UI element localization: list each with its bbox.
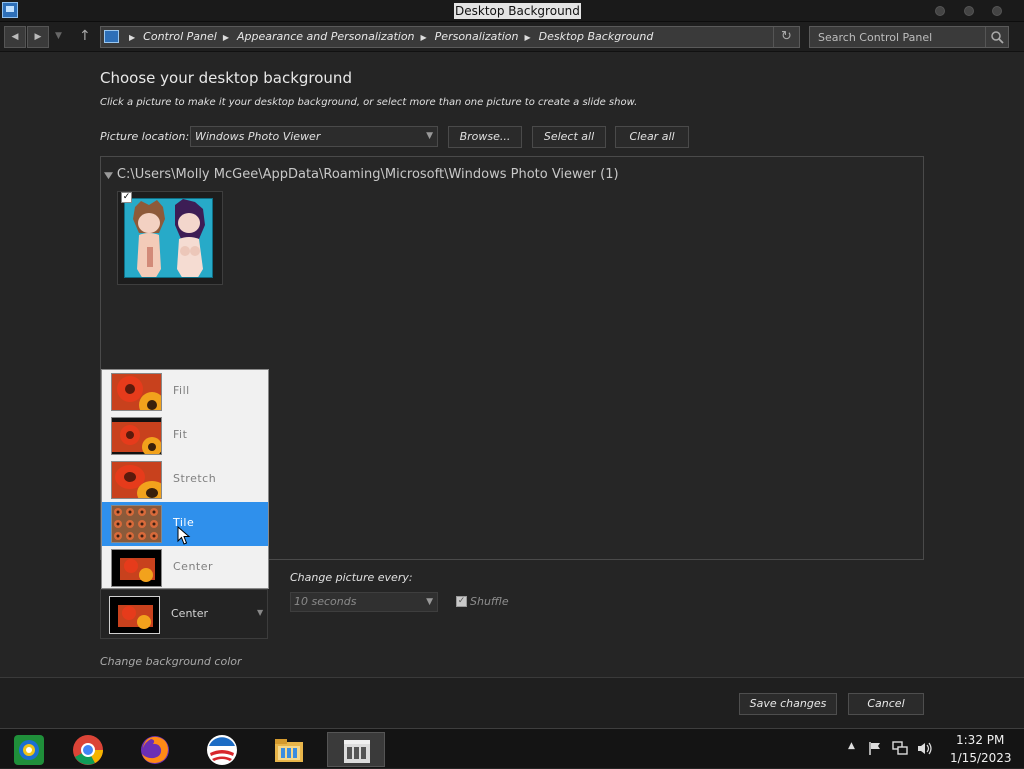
flower-thumbnail <box>111 417 162 455</box>
position-option-tile[interactable]: Tile <box>102 502 268 546</box>
clear-all-button[interactable]: Clear all <box>615 126 689 148</box>
chrome-icon[interactable] <box>59 732 117 767</box>
minimize-button[interactable] <box>935 6 945 16</box>
search-input[interactable] <box>810 27 984 47</box>
forward-button[interactable]: ▶ <box>27 26 49 48</box>
control-panel-icon[interactable] <box>2 2 18 18</box>
thumbnail-checkbox[interactable]: ✓ <box>121 192 132 203</box>
picture-thumbnail[interactable]: ✓ <box>117 191 223 285</box>
back-button[interactable]: ◀ <box>4 26 26 48</box>
position-option-fill[interactable]: Fill <box>102 370 268 414</box>
picture-location-value: Windows Photo Viewer <box>195 130 321 143</box>
cartoon-characters-image <box>124 198 213 278</box>
flower-thumbnail <box>111 373 162 411</box>
breadcrumb-separator-icon[interactable]: ▶ <box>524 28 530 48</box>
flower-thumbnail <box>109 596 160 634</box>
network-icon[interactable] <box>892 741 908 756</box>
flag-icon[interactable] <box>868 741 882 756</box>
title-bar: Desktop Background <box>0 0 1024 22</box>
firefox-icon[interactable] <box>126 732 184 767</box>
address-bar[interactable]: ▶ Control Panel ▶ Appearance and Personaliz… <box>100 26 800 48</box>
page-description: Click a picture to make it your desktop … <box>100 97 638 108</box>
recent-pages-chevron-icon[interactable]: ▼ <box>55 25 62 47</box>
position-option-label: Stretch <box>173 472 217 485</box>
maximize-button[interactable] <box>964 6 974 16</box>
breadcrumb-separator-icon[interactable]: ▶ <box>129 28 135 48</box>
clock-time[interactable]: 1:32 PM <box>956 733 1004 747</box>
campaign-logo-icon[interactable] <box>193 732 251 767</box>
position-option-center[interactable]: Center <box>102 546 268 590</box>
flower-thumbnail <box>111 549 162 587</box>
control-panel-icon <box>104 30 119 43</box>
footer-bar: Save changes Cancel <box>0 677 1024 729</box>
flower-thumbnail <box>111 461 162 499</box>
page-title: Choose your desktop background <box>100 69 352 87</box>
folder-group-header[interactable]: ▼ C:\Users\Molly McGee\AppData\Roaming\Mi… <box>103 167 619 182</box>
clock-date[interactable]: 1/15/2023 <box>950 751 1012 765</box>
save-changes-button[interactable]: Save changes <box>739 693 837 715</box>
position-option-label: Center <box>173 560 214 573</box>
change-interval-value: 10 seconds <box>294 595 357 608</box>
breadcrumb-appearance[interactable]: Appearance and Personalization <box>237 27 415 47</box>
breadcrumb-separator-icon[interactable]: ▶ <box>223 28 229 48</box>
windows-media-center-icon[interactable] <box>0 732 58 767</box>
tiled-flower-thumbnail <box>111 505 162 543</box>
search-icon[interactable] <box>985 27 1008 47</box>
picture-position-select[interactable]: Center ▼ <box>100 589 268 639</box>
change-picture-label: Change picture every: <box>290 571 413 584</box>
refresh-icon[interactable]: ↻ <box>773 27 799 47</box>
breadcrumb-desktop-background[interactable]: Desktop Background <box>539 27 654 47</box>
change-interval-select[interactable]: 10 seconds ▼ <box>290 592 438 612</box>
position-option-fit[interactable]: Fit <box>102 414 268 458</box>
navigation-bar: ◀ ▶ ▼ ↑ ▶ Control Panel ▶ Appearance and Pe… <box>0 22 1024 52</box>
breadcrumb-separator-icon[interactable]: ▶ <box>421 28 427 48</box>
breadcrumb-control-panel[interactable]: Control Panel <box>143 27 217 47</box>
chevron-down-icon: ▼ <box>257 608 264 617</box>
mouse-cursor-icon <box>177 526 191 545</box>
cancel-button[interactable]: Cancel <box>848 693 924 715</box>
window-title: Desktop Background <box>454 3 581 19</box>
position-option-label: Fit <box>173 428 188 441</box>
chevron-down-icon: ▼ <box>426 597 433 607</box>
picture-position-value: Center <box>171 607 209 620</box>
search-box <box>809 26 1009 48</box>
breadcrumb: ▶ Control Panel ▶ Appearance and Personaliz… <box>123 27 653 47</box>
select-all-button[interactable]: Select all <box>532 126 606 148</box>
breadcrumb-personalization[interactable]: Personalization <box>435 27 519 47</box>
browse-button[interactable]: Browse... <box>448 126 522 148</box>
file-explorer-icon[interactable] <box>260 732 318 767</box>
position-option-stretch[interactable]: Stretch <box>102 458 268 502</box>
chevron-down-icon: ▼ <box>103 171 113 181</box>
control-panel-icon[interactable] <box>327 732 385 767</box>
close-button[interactable] <box>992 6 1002 16</box>
up-arrow-icon[interactable]: ↑ <box>79 25 91 47</box>
chevron-down-icon: ▼ <box>426 131 433 141</box>
chevron-up-icon[interactable]: ▲ <box>848 741 855 751</box>
volume-icon[interactable] <box>917 741 933 756</box>
picture-location-select[interactable]: Windows Photo Viewer ▼ <box>190 126 438 147</box>
picture-location-label: Picture location: <box>100 130 190 143</box>
folder-path: C:\Users\Molly McGee\AppData\Roaming\Mic… <box>116 167 619 182</box>
shuffle-label: Shuffle <box>470 595 509 608</box>
picture-position-dropdown: Fill Fit Stretch Tile Center <box>101 369 269 589</box>
taskbar: ▲ 1:32 PM 1/15/2023 <box>0 728 1024 768</box>
position-option-label: Fill <box>173 384 190 397</box>
shuffle-checkbox[interactable]: ✓ <box>456 596 467 607</box>
change-background-color-link[interactable]: Change background color <box>100 655 242 668</box>
